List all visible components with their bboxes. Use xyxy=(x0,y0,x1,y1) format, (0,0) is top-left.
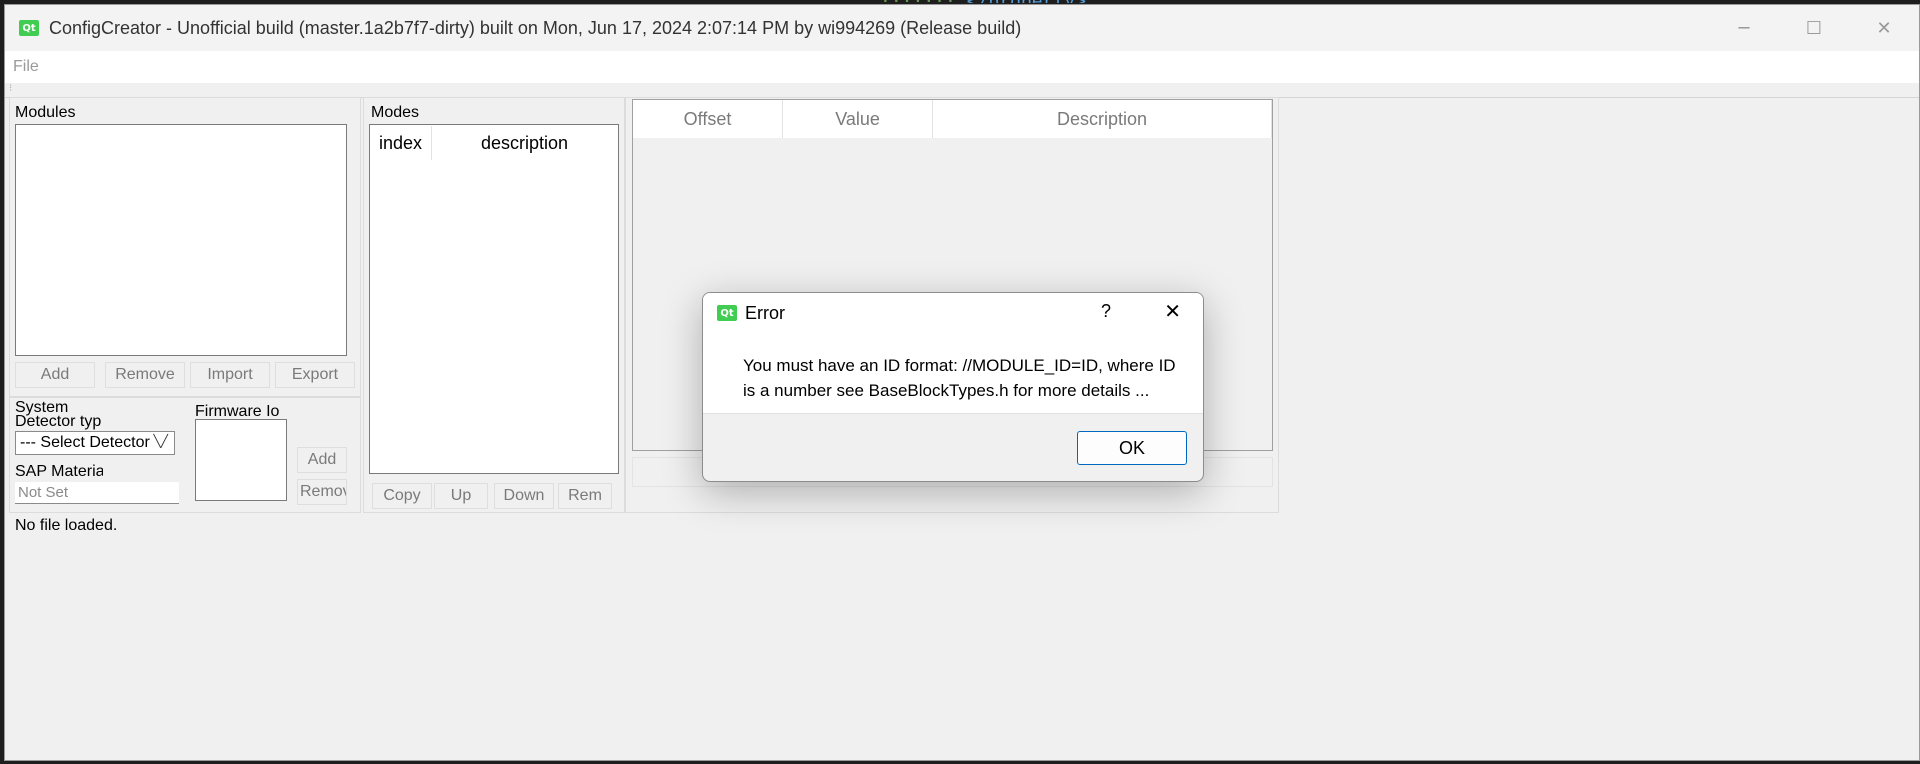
column-offset[interactable]: Offset xyxy=(633,100,784,138)
import-module-button[interactable]: Import xyxy=(190,362,270,388)
column-description[interactable]: description xyxy=(432,133,617,154)
status-text: No file loaded. xyxy=(15,517,118,534)
dialog-body: You must have an ID format: //MODULE_ID=… xyxy=(703,333,1203,414)
mode-down-button[interactable]: Down xyxy=(494,483,554,509)
modes-table-header: index description xyxy=(371,126,617,160)
help-button[interactable]: ? xyxy=(1101,301,1111,322)
toolbar-grip[interactable]: ⁝ xyxy=(5,83,1919,98)
menu-file[interactable]: File xyxy=(13,58,39,76)
modes-title: Modes xyxy=(371,104,420,121)
grip-dots-icon: ⁝ xyxy=(9,83,13,94)
mode-up-button[interactable]: Up xyxy=(434,483,488,509)
dialog-qt-logo-icon: Qt xyxy=(717,305,737,321)
menu-bar: File xyxy=(5,51,1919,83)
sap-material-input[interactable]: Not Set xyxy=(15,482,179,504)
dialog-title-bar[interactable]: Qt Error ? ✕ xyxy=(703,293,1203,333)
chevron-down-icon: ╲╱ xyxy=(153,434,168,448)
background-editor-fragment: ······· </property> xyxy=(880,0,1086,3)
column-value[interactable]: Value xyxy=(783,100,934,138)
data-grid-header: Offset Value Description xyxy=(633,100,1272,139)
qt-logo-icon: Qt xyxy=(19,20,39,36)
copy-mode-button[interactable]: Copy xyxy=(372,483,432,509)
detector-type-label: Detector typ xyxy=(15,413,102,430)
remove-mode-button[interactable]: Rem xyxy=(558,483,612,509)
modules-group: Modules Add Remove Import Export xyxy=(9,97,361,397)
ok-button[interactable]: OK xyxy=(1077,431,1187,465)
error-dialog: Qt Error ? ✕ You must have an ID format:… xyxy=(702,292,1204,482)
maximize-button[interactable]: ☐ xyxy=(1779,5,1849,51)
modes-table[interactable]: index description xyxy=(369,124,619,474)
detector-type-select[interactable]: --- Select Detector ╲╱ xyxy=(15,431,175,455)
firmware-remove-button[interactable]: Remov xyxy=(297,479,347,505)
modes-group: Modes index description Copy Up Down Rem xyxy=(363,97,625,513)
error-message: You must have an ID format: //MODULE_ID=… xyxy=(743,356,1176,400)
close-button[interactable]: ✕ xyxy=(1849,5,1919,51)
column-index[interactable]: index xyxy=(371,126,432,160)
dialog-title: Error xyxy=(745,302,785,323)
firmware-add-button[interactable]: Add xyxy=(297,447,347,473)
modules-title: Modules xyxy=(15,104,76,121)
column-grid-description[interactable]: Description xyxy=(933,100,1272,138)
dialog-close-button[interactable]: ✕ xyxy=(1164,299,1181,323)
detector-select-value: --- Select Detector xyxy=(20,434,150,451)
export-module-button[interactable]: Export xyxy=(275,362,355,388)
window-title: ConfigCreator - Unofficial build (master… xyxy=(49,17,1022,38)
title-bar[interactable]: Qt ConfigCreator - Unofficial build (mas… xyxy=(5,5,1919,51)
firmware-ids-list[interactable] xyxy=(195,419,287,501)
modules-list[interactable] xyxy=(15,124,347,356)
remove-module-button[interactable]: Remove xyxy=(105,362,185,388)
minimize-button[interactable]: ─ xyxy=(1709,5,1779,51)
add-module-button[interactable]: Add xyxy=(15,362,95,388)
sap-material-label: SAP Materia xyxy=(15,463,103,480)
